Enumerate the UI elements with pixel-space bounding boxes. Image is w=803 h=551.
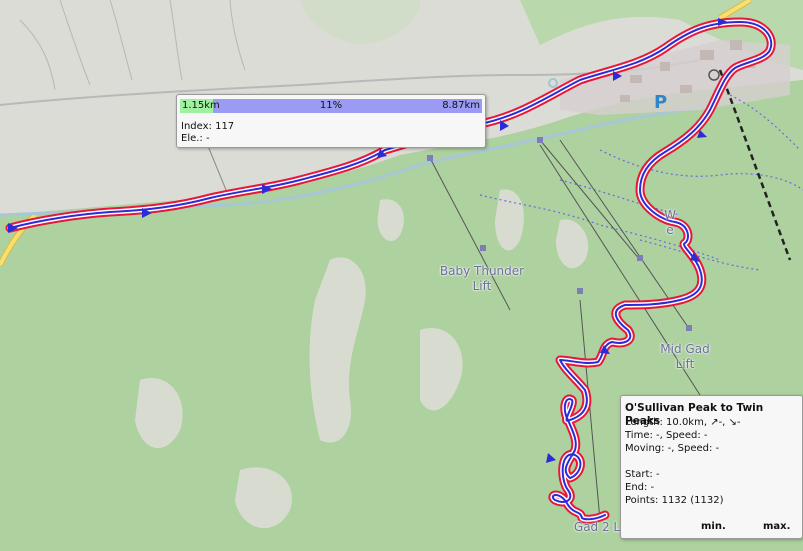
point-index: Index: 117 — [181, 121, 235, 132]
distance-remaining: 8.87km — [442, 100, 480, 111]
progress-percent: 11% — [319, 100, 343, 111]
track-start: Start: - — [625, 469, 660, 480]
track-moving: Moving: -, Speed: - — [625, 443, 720, 454]
hill-lines — [19, 0, 246, 91]
track-hover-tooltip: 1.15km 11% 8.87km Index: 117 Ele.: - — [176, 94, 486, 148]
progress-bar: 1.15km 11% 8.87km — [180, 99, 482, 113]
track-time: Time: -, Speed: - — [625, 430, 708, 441]
gad2-label: Gad 2 L — [573, 520, 621, 534]
track-points: Points: 1132 (1132) — [625, 495, 724, 506]
point-elevation: Ele.: - — [181, 133, 210, 144]
track-length: Length: 10.0km, ↗-, ↘- — [625, 417, 741, 428]
mid-gad-lift-label: Mid Gad Lift — [660, 342, 710, 371]
track-end: End: - — [625, 482, 655, 493]
baby-thunder-lift-label: Baby Thunder Lift — [439, 264, 525, 293]
parking-symbol: P — [654, 92, 667, 113]
max-button[interactable]: max. — [763, 520, 790, 533]
min-button[interactable]: min. — [701, 520, 726, 533]
tooltip-pointer — [207, 146, 227, 190]
track-info-panel: O'Sullivan Peak to Twin Peaks Length: 10… — [620, 395, 803, 539]
poi-marker — [548, 78, 558, 88]
wildflower-label: We — [664, 208, 676, 237]
